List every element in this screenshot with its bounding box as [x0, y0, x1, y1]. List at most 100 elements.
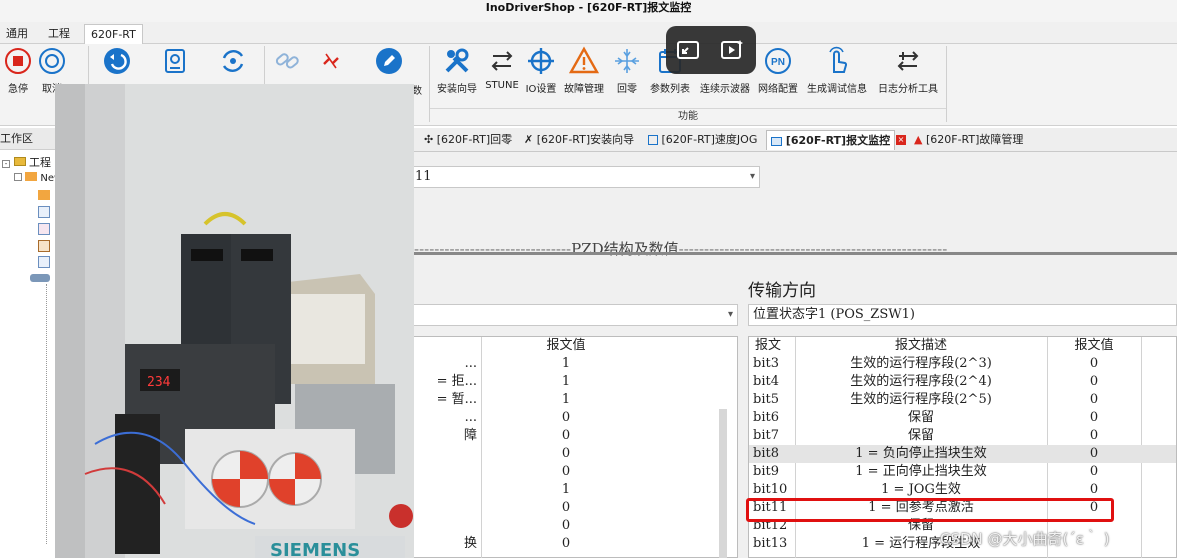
tab-speed-jog[interactable]: [620F-RT]速度JOG	[644, 130, 761, 150]
crosshair-icon	[528, 48, 554, 74]
workspace-panel: 工作区 - 工程 New	[0, 128, 62, 558]
table-row-bit10[interactable]: bit10 1 = JOG生效 0	[749, 481, 1176, 499]
table-row-bit6[interactable]: bit6 保留 0	[749, 409, 1176, 427]
row-bit: bit13	[753, 536, 788, 551]
table-row[interactable]: 障0	[411, 427, 737, 445]
row-description: 生效的运行程序段(2^4)	[850, 374, 992, 389]
io-settings-button[interactable]: IO设置	[522, 46, 560, 100]
row-value: 0	[561, 536, 571, 551]
tree-item-project[interactable]: - 工程	[2, 154, 51, 170]
row-bit: bit9	[753, 464, 779, 479]
pzd-title: PZD结构及数值	[571, 240, 679, 258]
device-icon	[30, 274, 50, 282]
row-description: 生效的运行程序段(2^3)	[850, 356, 992, 371]
ribbon-separator	[946, 46, 947, 122]
fault-management-button[interactable]: 故障管理	[560, 46, 608, 100]
tools-icon: ✗	[524, 133, 534, 146]
home-return-button[interactable]: 回零	[610, 46, 644, 100]
menu-device-620f[interactable]: 620F-RT	[84, 24, 143, 44]
row-value: 0	[1089, 482, 1099, 497]
row-description: 保留	[907, 428, 934, 443]
folder-icon	[13, 157, 26, 166]
row-value: 0	[561, 428, 571, 443]
row-value: 0	[1089, 446, 1099, 461]
collapse-icon[interactable]: -	[2, 160, 10, 168]
table-header: 报文值	[411, 337, 737, 355]
row-description: = 暂...	[436, 392, 477, 407]
row-description: 1 = 正向停止挡块生效	[855, 464, 987, 479]
menu-project[interactable]: 工程	[42, 24, 76, 44]
row-value: 0	[1089, 356, 1099, 371]
telegram-select[interactable]: 11 ▾	[410, 166, 760, 188]
stune-button[interactable]: STUNE	[482, 46, 522, 100]
log-analysis-button[interactable]: 日志分析工具	[872, 46, 944, 100]
table-row[interactable]: = 拒... 1	[411, 373, 737, 391]
tab-home-return[interactable]: ✣ [620F-RT]回零	[420, 130, 516, 150]
collapse-icon[interactable]	[14, 173, 22, 181]
row-bit: bit6	[753, 410, 779, 425]
folder-icon	[38, 190, 50, 200]
table-row-bit7[interactable]: bit7 保留 0	[749, 427, 1176, 445]
row-description: 生效的运行程序段(2^5)	[850, 392, 992, 407]
unlink-icon	[323, 53, 339, 69]
row-description: 换	[463, 536, 477, 551]
pzd-section-header: -------------------------------PZD结构及数值-…	[414, 240, 948, 258]
cancel-circle-icon	[39, 48, 65, 74]
column-header-value: 报文值	[1074, 338, 1114, 353]
exit-pip-icon[interactable]	[674, 36, 702, 64]
row-value: 0	[561, 410, 571, 425]
workspace-title: 工作区	[0, 128, 57, 150]
warning-icon: ▲	[914, 133, 923, 146]
tab-fault-management[interactable]: ▲ [620F-RT]故障管理	[910, 130, 1027, 150]
row-bit: bit4	[753, 374, 779, 389]
back-arrow-icon	[104, 48, 130, 74]
close-tab-icon[interactable]: ×	[896, 135, 906, 145]
menu-bar: 通用 工程 620F-RT	[0, 22, 1177, 44]
emergency-stop-button[interactable]: 急停	[2, 46, 34, 100]
camera-video-overlay: 234 SIEMENS	[55, 84, 414, 558]
table-header: 报文 报文描述 报文值	[749, 337, 1176, 355]
table-row[interactable]: ... 0	[411, 409, 737, 427]
table-row[interactable]: = 暂... 1	[411, 391, 737, 409]
edit-pencil-icon	[376, 48, 402, 74]
monitor-icon	[165, 49, 185, 73]
debug-info-button[interactable]: 生成调试信息	[802, 46, 872, 100]
document-icon	[38, 256, 50, 268]
table-row[interactable]: ... 1	[411, 355, 737, 373]
row-value: 0	[1089, 392, 1099, 407]
table-row[interactable]: 1	[411, 481, 737, 499]
tab-install-wizard[interactable]: ✗ [620F-RT]安装向导	[520, 130, 638, 150]
sync-icon	[222, 50, 244, 72]
window-title: InoDriverShop - [620F-RT]报文监控	[0, 0, 1177, 22]
table-row[interactable]: 0	[411, 517, 737, 535]
document-icon	[38, 206, 50, 218]
menu-general[interactable]: 通用	[0, 24, 34, 44]
row-value: 0	[561, 446, 571, 461]
table-row-bit3[interactable]: bit3 生效的运行程序段(2^3) 0	[749, 355, 1176, 373]
svg-text:234: 234	[147, 375, 171, 390]
table-row[interactable]: 0	[411, 463, 737, 481]
network-config-button[interactable]: PN 网络配置	[754, 46, 802, 100]
table-row-bit9[interactable]: bit9 1 = 正向停止挡块生效 0	[749, 463, 1176, 481]
row-description: 1 = JOG生效	[881, 482, 961, 497]
table-row-bit5[interactable]: bit5 生效的运行程序段(2^5) 0	[749, 391, 1176, 409]
table-row-bit8[interactable]: bit8 1 = 负向停止挡块生效 0	[749, 445, 1176, 463]
settings-icon	[38, 240, 50, 252]
row-description: 1 = 负向停止挡块生效	[855, 446, 987, 461]
row-value: 0	[1089, 374, 1099, 389]
row-value: 0	[561, 500, 571, 515]
table-row[interactable]: 0	[411, 499, 737, 517]
row-value: 0	[561, 518, 571, 533]
table-row[interactable]: 换0	[411, 535, 737, 553]
ai-video-icon[interactable]	[718, 36, 746, 64]
status-word-select[interactable]: 位置状态字1 (POS_ZSW1)	[748, 304, 1177, 326]
row-value: 0	[1089, 410, 1099, 425]
emergency-stop-icon	[5, 48, 31, 74]
tab-telegram-monitor[interactable]: [620F-RT]报文监控	[766, 130, 896, 150]
link-icon	[275, 53, 299, 69]
left-word-select[interactable]: ▾	[410, 304, 738, 326]
table-row[interactable]: 0	[411, 445, 737, 463]
install-wizard-button[interactable]: 安装向导	[434, 46, 480, 100]
column-header-description: 报文描述	[894, 338, 947, 353]
table-row-bit4[interactable]: bit4 生效的运行程序段(2^4) 0	[749, 373, 1176, 391]
